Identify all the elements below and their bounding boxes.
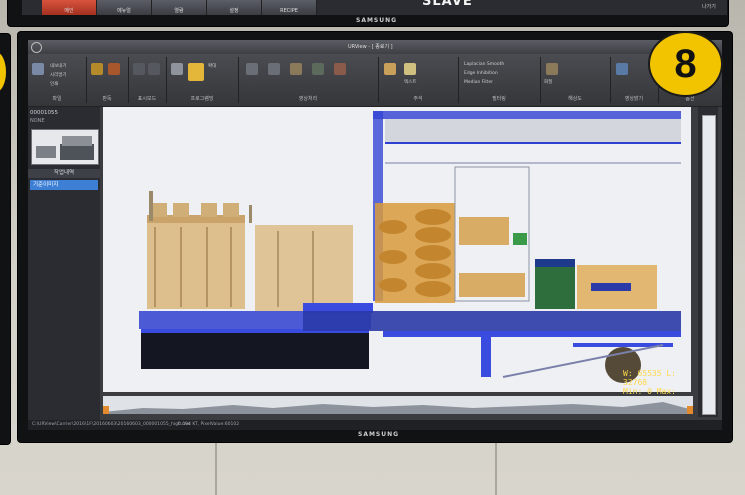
app-screen: URView - [ 종료기 ] 내보내기 시리얼기 인쇄 파일 판독 표시모드…: [28, 40, 722, 430]
ribbon-group-label: 표시모드: [137, 96, 157, 102]
scan-id: 00001055: [30, 110, 58, 116]
ribbon-group-image-processing: 영상처리: [238, 57, 379, 103]
status-path: C:\URView\Carrier\2016\1F\20160603\20160…: [32, 422, 191, 427]
ribbon-group-label: 영상밝기: [624, 96, 644, 102]
status-pixel-value: 0.094 KT, PixelValue:60102: [178, 422, 240, 427]
ribbon-item-print[interactable]: 인쇄: [50, 81, 58, 87]
ribbon-group-label: 주석: [413, 96, 423, 102]
top-exit-label[interactable]: 나가기: [702, 3, 716, 10]
top-button-main[interactable]: 메인: [42, 0, 97, 15]
top-button-recipe[interactable]: RECIPE: [262, 0, 317, 15]
ribbon-group-label: 해상도: [568, 96, 582, 102]
monitor-number-badge: 8: [648, 31, 723, 97]
history-item[interactable]: 기준이미지: [30, 180, 98, 190]
ribbon-group-label: 필터링: [492, 96, 506, 102]
wall-seam: [215, 440, 217, 495]
wall-seam: [495, 440, 497, 495]
ribbon-group-read: 판독: [86, 57, 129, 103]
ribbon-item-laplacian[interactable]: Laplacian Smooth: [464, 62, 504, 67]
ribbon-item-median[interactable]: Median Filter: [464, 80, 493, 85]
ribbon-group-label: 프로그램밍: [190, 96, 214, 102]
color-icon[interactable]: [334, 63, 346, 75]
scroll-thumb[interactable]: [702, 115, 716, 415]
ribbon-group-annotation: 텍스트 주석: [378, 57, 459, 103]
ribbon-group-label: 파일: [52, 96, 62, 102]
stop-icon[interactable]: [108, 63, 120, 75]
top-monitor-brand: SAMSUNG: [356, 17, 398, 24]
left-monitor-edge: [0, 34, 10, 444]
brightness-icon[interactable]: [616, 63, 628, 75]
ribbon-item-quality[interactable]: 화질: [544, 79, 552, 85]
ribbon-item-edge[interactable]: Edge Inhibition: [464, 71, 498, 76]
main-monitor-brand: SAMSUNG: [358, 431, 400, 438]
window-title: URView - [ 종료기 ]: [348, 44, 393, 50]
ribbon-group-label: 영상처리: [298, 96, 318, 102]
read-icon[interactable]: [91, 63, 103, 75]
ribbon-group-label: 판독: [102, 96, 112, 102]
ribbon-group-program: 확대 프로그램밍: [166, 57, 239, 103]
invert-icon[interactable]: [312, 63, 324, 75]
highlight-icon[interactable]: [188, 63, 204, 81]
ribbon-group-filter: Laplacian Smooth Edge Inhibition Median …: [458, 57, 541, 103]
pen-icon[interactable]: [384, 63, 396, 75]
histogram-strip[interactable]: [103, 396, 693, 414]
scan-thumbnail[interactable]: [31, 129, 99, 165]
ribbon-group-display: 표시모드: [128, 57, 167, 103]
ribbon-item-serial[interactable]: 시리얼기: [50, 72, 67, 78]
histogram-graph: [103, 396, 693, 414]
ribbon-group-file: 내보내기 시리얼기 인쇄 파일: [28, 57, 87, 103]
grid-alt-icon[interactable]: [148, 63, 160, 75]
ribbon-toolbar: 내보내기 시리얼기 인쇄 파일 판독 표시모드 확대 프로그램밍 영상처리 텍스…: [28, 54, 722, 107]
slave-label: SLAVE: [422, 0, 473, 9]
xray-image-view[interactable]: W: 65535 L: 32768 Min: 0 Max: 65535: [103, 107, 691, 405]
ribbon-group-resolution: 화질 해상도: [540, 57, 611, 103]
thumbnail-image: [32, 130, 98, 164]
grid-icon[interactable]: [133, 63, 145, 75]
top-button-view[interactable]: 열람: [152, 0, 207, 15]
contrast-icon[interactable]: [268, 63, 280, 75]
filter-icon[interactable]: [246, 63, 258, 75]
ribbon-item-text[interactable]: 텍스트: [404, 79, 416, 85]
status-bar: C:\URView\Carrier\2016\1F\20160603\20160…: [28, 420, 722, 430]
window-level-line1: W: 65535 L: 32768: [623, 369, 676, 387]
curve-icon[interactable]: [290, 63, 302, 75]
xray-scan-image: [103, 107, 691, 392]
top-monitor: 메인 메뉴얼 열람 설정 RECIPE SLAVE 나가기 SAMSUNG: [8, 0, 728, 26]
top-screen: 메인 메뉴얼 열람 설정 RECIPE SLAVE 나가기: [22, 0, 727, 15]
ribbon-item-export[interactable]: 내보내기: [50, 63, 67, 69]
app-logo-icon[interactable]: [31, 42, 42, 53]
vertical-scrollbar[interactable]: [698, 107, 718, 417]
top-button-settings[interactable]: 설정: [207, 0, 262, 15]
title-bar: URView - [ 종료기 ]: [28, 40, 722, 54]
resolution-icon[interactable]: [546, 63, 558, 75]
text-icon[interactable]: [404, 63, 416, 75]
sidebar: 00001055 NONE 작업내역 기준이미지: [28, 107, 100, 430]
file-icon[interactable]: [32, 63, 44, 75]
scan-sub: NONE: [30, 118, 45, 124]
ribbon-item-zoom[interactable]: 확대: [208, 63, 216, 69]
history-header: 작업내역: [28, 169, 100, 178]
top-button-manual[interactable]: 메뉴얼: [97, 0, 152, 15]
zoom-icon[interactable]: [171, 63, 183, 75]
